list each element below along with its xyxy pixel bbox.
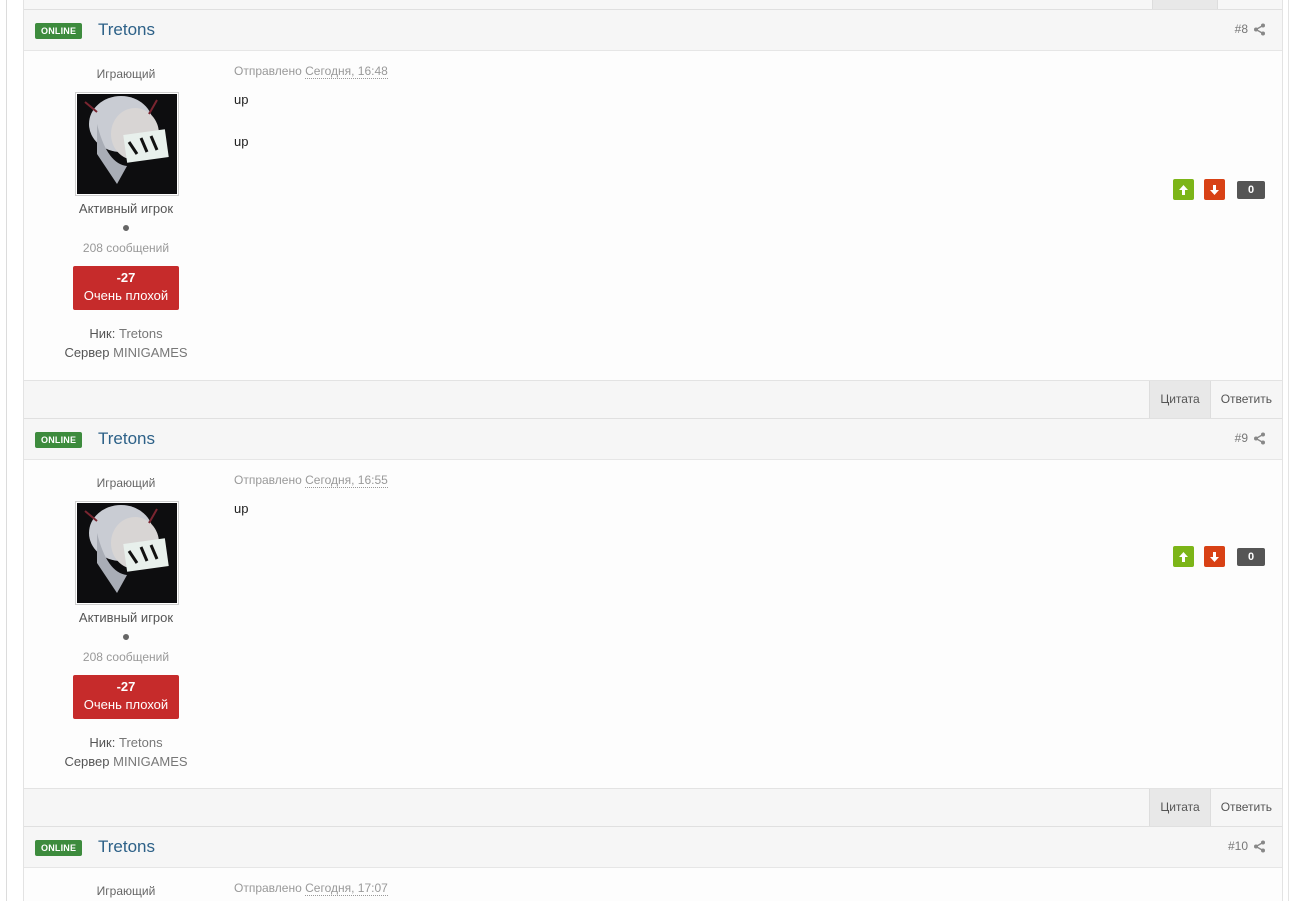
author-name-link[interactable]: Tretons (98, 429, 155, 449)
previous-post-footer (23, 0, 1283, 9)
post-header: ONLINE Tretons #9 (24, 418, 1282, 460)
server-field: Сервер MINIGAMES (24, 754, 228, 769)
post-paragraph: up (234, 134, 249, 149)
reputation-badge: -27 Очень плохой (73, 266, 179, 310)
user-rank: Активный игрок (78, 610, 174, 625)
post: ONLINE Tretons #9 Играющий Активный игро… (23, 418, 1283, 828)
post-number[interactable]: #9 (1235, 431, 1266, 445)
post: ONLINE Tretons #8 Играющий Активный игро… (23, 9, 1283, 419)
post-date: Отправлено Сегодня, 16:55 (234, 473, 388, 488)
post-time-link[interactable]: Сегодня, 16:55 (305, 473, 388, 488)
vote-count: 0 (1237, 180, 1265, 199)
share-icon[interactable] (1253, 432, 1266, 445)
post-header: ONLINE Tretons #10 (24, 826, 1282, 868)
arrow-down-icon (1210, 551, 1219, 562)
online-status-badge: ONLINE (35, 23, 83, 39)
server-label: Сервер (64, 345, 110, 360)
post-paragraph: up (234, 501, 249, 516)
vote-down-button[interactable] (1204, 179, 1225, 200)
previous-quote-button[interactable] (1152, 0, 1218, 9)
online-status-badge: ONLINE (35, 432, 83, 448)
nick-field: Ник: Tretons (24, 326, 228, 341)
post-date: Отправлено Сегодня, 17:07 (234, 881, 388, 896)
user-group: Играющий (96, 67, 156, 81)
post-count: 208 сообщений (82, 241, 170, 255)
online-status-badge: ONLINE (35, 840, 83, 856)
date-prefix: Отправлено (234, 881, 302, 895)
nick-label: Ник: (89, 735, 116, 750)
post-actions: Цитата Ответить (1149, 381, 1282, 419)
nick-field: Ник: Tretons (24, 735, 228, 750)
reply-button[interactable]: Ответить (1211, 381, 1282, 419)
post-number-label[interactable]: #9 (1235, 431, 1248, 445)
share-icon[interactable] (1253, 840, 1266, 853)
post-count: 208 сообщений (82, 650, 170, 664)
post-footer: Цитата Ответить (24, 788, 1282, 827)
arrow-up-icon (1179, 184, 1188, 195)
share-icon[interactable] (1253, 23, 1266, 36)
reputation-label: Очень плохой (83, 288, 169, 303)
page-left-border (6, 0, 7, 901)
vote-count: 0 (1237, 547, 1265, 566)
vote-down-button[interactable] (1204, 546, 1225, 567)
post-time-link[interactable]: Сегодня, 16:48 (305, 64, 388, 79)
post-header: ONLINE Tretons #8 (24, 9, 1282, 51)
date-prefix: Отправлено (234, 473, 302, 487)
user-rank: Активный игрок (78, 201, 174, 216)
quote-button[interactable]: Цитата (1149, 789, 1211, 827)
reputation-label: Очень плохой (83, 697, 169, 712)
page-right-border (1288, 0, 1289, 901)
author-name-link[interactable]: Tretons (98, 837, 155, 857)
post-footer: Цитата Ответить (24, 380, 1282, 419)
server-value: MINIGAMES (113, 754, 188, 769)
vote-up-button[interactable] (1173, 179, 1194, 200)
reply-button[interactable]: Ответить (1211, 789, 1282, 827)
nick-value: Tretons (118, 735, 163, 750)
server-field: Сервер MINIGAMES (24, 345, 228, 360)
arrow-down-icon (1210, 184, 1219, 195)
reputation-value: -27 (116, 270, 136, 285)
nick-label: Ник: (89, 326, 116, 341)
post-actions: Цитата Ответить (1149, 789, 1282, 827)
post-number-label[interactable]: #10 (1228, 839, 1248, 853)
avatar[interactable] (75, 501, 179, 605)
post-body: up (234, 502, 248, 544)
post-body: up up (234, 93, 248, 177)
nick-value: Tretons (118, 326, 163, 341)
post-number[interactable]: #8 (1235, 22, 1266, 36)
post: ONLINE Tretons #10 Играющий Отправлено С… (23, 826, 1283, 901)
reputation-badge: -27 Очень плохой (73, 675, 179, 719)
post-paragraph: up (234, 92, 249, 107)
vote-controls: 0 (1173, 546, 1265, 567)
post-date: Отправлено Сегодня, 16:48 (234, 64, 388, 79)
user-group: Играющий (96, 476, 156, 490)
arrow-up-icon (1179, 551, 1188, 562)
reputation-value: -27 (116, 679, 136, 694)
post-number-label[interactable]: #8 (1235, 22, 1248, 36)
server-label: Сервер (64, 754, 110, 769)
vote-controls: 0 (1173, 179, 1265, 200)
author-name-link[interactable]: Tretons (98, 20, 155, 40)
server-value: MINIGAMES (113, 345, 188, 360)
post-number[interactable]: #10 (1228, 839, 1266, 853)
rank-pip-icon (123, 634, 129, 640)
rank-pip-icon (123, 225, 129, 231)
post-time-link[interactable]: Сегодня, 17:07 (305, 881, 388, 896)
date-prefix: Отправлено (234, 64, 302, 78)
vote-up-button[interactable] (1173, 546, 1194, 567)
user-group: Играющий (96, 884, 156, 898)
quote-button[interactable]: Цитата (1149, 381, 1211, 419)
avatar[interactable] (75, 92, 179, 196)
